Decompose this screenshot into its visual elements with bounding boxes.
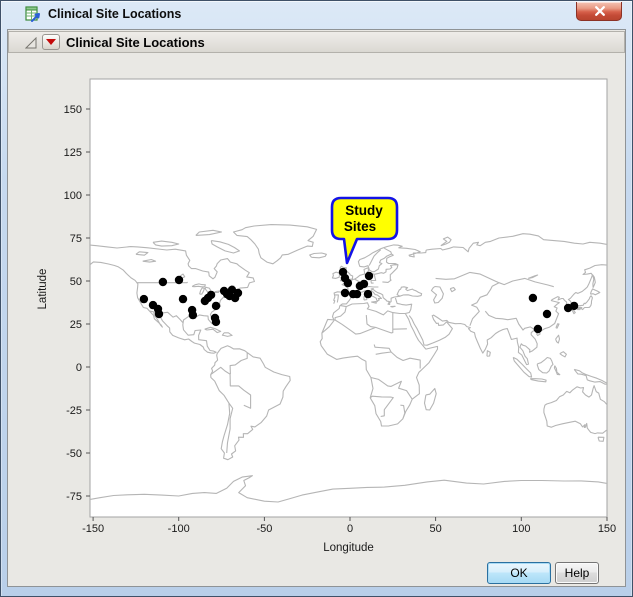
callout-text-line2: Sites — [344, 219, 376, 234]
svg-text:150: 150 — [598, 523, 616, 535]
svg-text:75: 75 — [70, 233, 82, 245]
window-title: Clinical Site Locations — [48, 7, 181, 21]
svg-text:100: 100 — [64, 190, 82, 202]
svg-text:125: 125 — [64, 147, 82, 159]
svg-text:50: 50 — [70, 276, 82, 288]
callout-text-line1: Study — [345, 203, 383, 218]
svg-text:25: 25 — [70, 319, 82, 331]
window-titlebar[interactable]: Clinical Site Locations — [1, 1, 632, 29]
red-triangle-menu-button[interactable] — [42, 34, 60, 50]
svg-text:-75: -75 — [66, 491, 82, 503]
y-axis-label: Latitude — [37, 269, 49, 310]
clinical-site-locations-window: Clinical Site Locations Clinical Site Lo… — [0, 0, 633, 597]
svg-text:0: 0 — [76, 362, 82, 374]
jmp-report-icon — [25, 6, 42, 23]
client-area: Clinical Site Locations StudySites-150-1… — [7, 29, 626, 587]
svg-text:-50: -50 — [256, 523, 272, 535]
outline-title: Clinical Site Locations — [66, 35, 205, 50]
svg-text:-100: -100 — [168, 523, 190, 535]
close-button[interactable] — [576, 2, 622, 21]
svg-text:100: 100 — [512, 523, 530, 535]
svg-text:0: 0 — [347, 523, 353, 535]
world-map-scatter-plot: StudySites -150 -100 -50 0 50 100 150 150 125 100 7… — [8, 54, 625, 560]
svg-text:-150: -150 — [82, 523, 104, 535]
x-axis-ticks[interactable] — [93, 517, 607, 521]
ok-button[interactable]: OK — [487, 562, 551, 584]
disclosure-triangle-icon[interactable] — [25, 36, 37, 48]
y-axis-tick-labels: 150 125 100 75 50 25 0 -25 -50 -75 — [64, 104, 82, 503]
svg-text:150: 150 — [64, 104, 82, 116]
close-x-icon — [595, 6, 605, 16]
svg-text:-25: -25 — [66, 405, 82, 417]
y-axis-ticks[interactable] — [86, 109, 90, 496]
red-triangle-icon — [45, 38, 57, 46]
x-axis-tick-labels: -150 -100 -50 0 50 100 150 — [82, 523, 616, 535]
map-plot-area[interactable]: StudySites -150 -100 -50 0 50 100 150 150 125 100 7… — [8, 54, 625, 560]
help-button[interactable]: Help — [555, 562, 599, 584]
svg-text:-50: -50 — [66, 448, 82, 460]
svg-text:50: 50 — [429, 523, 441, 535]
report-outline-header: Clinical Site Locations — [8, 31, 625, 53]
x-axis-label: Longitude — [323, 542, 374, 554]
